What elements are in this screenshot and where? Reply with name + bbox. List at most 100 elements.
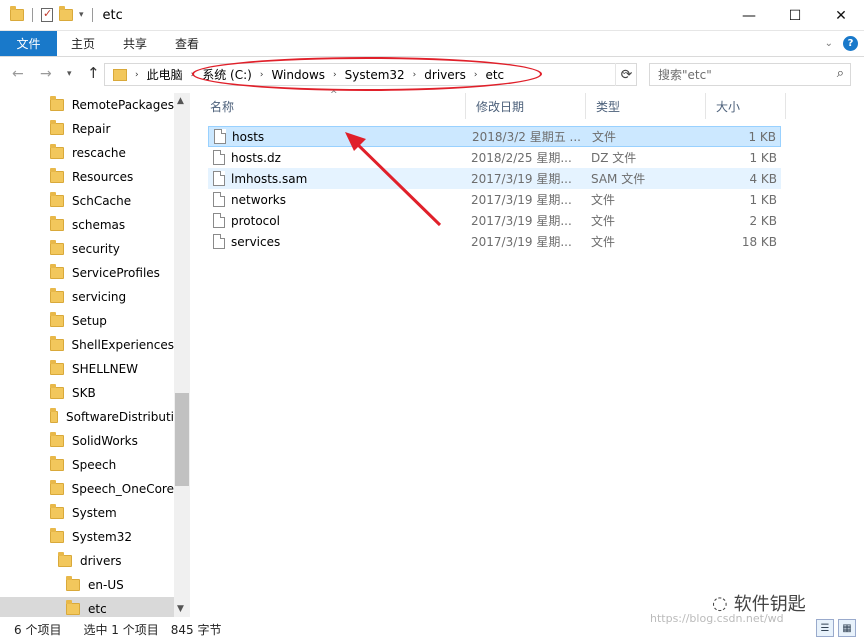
- tab-file[interactable]: 文件: [0, 31, 57, 56]
- chevron-right-icon[interactable]: ›: [413, 70, 417, 80]
- minimize-button[interactable]: —: [726, 0, 772, 31]
- back-icon[interactable]: ←: [12, 66, 24, 82]
- divider: [91, 8, 93, 22]
- divider: [32, 8, 33, 22]
- scroll-up-icon[interactable]: ▲: [177, 96, 184, 106]
- sidebar-item[interactable]: SHELLNEW: [0, 357, 174, 381]
- sidebar-item[interactable]: Repair: [0, 117, 174, 141]
- column-header-date[interactable]: 修改日期: [466, 93, 586, 119]
- breadcrumb-drivers[interactable]: drivers: [424, 68, 466, 82]
- file-date: 2017/3/19 星期...: [471, 235, 572, 249]
- sidebar-item[interactable]: ShellExperiences: [0, 333, 174, 357]
- breadcrumb-c-drive[interactable]: 系统 (C:): [202, 66, 252, 83]
- customize-quick-access-icon[interactable]: ▾: [79, 10, 84, 20]
- new-folder-icon[interactable]: [59, 6, 73, 21]
- sidebar-item[interactable]: rescache: [0, 141, 174, 165]
- file-name: protocol: [231, 213, 280, 228]
- sidebar-item[interactable]: Speech_OneCore: [0, 477, 174, 501]
- file-row[interactable]: protocol 2017/3/19 星期... 文件 2 KB: [208, 210, 781, 231]
- file-type: 文件: [591, 235, 616, 249]
- forward-icon[interactable]: →: [40, 66, 52, 82]
- file-date: 2018/2/25 星期...: [471, 151, 572, 165]
- sidebar-item[interactable]: Speech: [0, 453, 174, 477]
- sidebar-item[interactable]: security: [0, 237, 174, 261]
- large-icons-view-icon[interactable]: ▦: [838, 619, 856, 637]
- file-row-selected[interactable]: hosts 2018/3/2 星期五 ... 文件 1 KB: [208, 126, 781, 147]
- file-icon: [213, 150, 225, 165]
- file-size: 2 KB: [749, 213, 777, 228]
- sidebar-item[interactable]: ServiceProfiles: [0, 261, 174, 285]
- file-type: 文件: [592, 130, 617, 144]
- sidebar-item[interactable]: Resources: [0, 165, 174, 189]
- status-selection: 选中 1 个项目: [83, 622, 159, 637]
- sort-ascending-icon: ^: [330, 90, 338, 100]
- scroll-down-icon[interactable]: ▼: [177, 604, 184, 614]
- sidebar-item[interactable]: SKB: [0, 381, 174, 405]
- file-name: services: [231, 234, 281, 249]
- sidebar-item[interactable]: Setup: [0, 309, 174, 333]
- ribbon-right: ⌄ ?: [825, 36, 858, 51]
- chevron-right-icon[interactable]: ›: [260, 70, 264, 80]
- file-row[interactable]: hosts.dz 2018/2/25 星期... DZ 文件 1 KB: [208, 147, 781, 168]
- column-header-size[interactable]: 大小: [706, 93, 786, 119]
- sidebar-item[interactable]: en-US: [0, 573, 174, 597]
- chevron-right-icon[interactable]: ›: [191, 70, 195, 80]
- address-bar[interactable]: › 此电脑 › 系统 (C:) › Windows › System32 › d…: [104, 63, 637, 86]
- expand-ribbon-icon[interactable]: ⌄: [825, 38, 833, 49]
- up-icon[interactable]: ↑: [87, 64, 100, 82]
- chevron-right-icon[interactable]: ›: [474, 70, 478, 80]
- sidebar-item[interactable]: schemas: [0, 213, 174, 237]
- folder-icon: [50, 432, 64, 447]
- file-name: networks: [231, 192, 286, 207]
- search-placeholder: 搜索"etc": [658, 68, 712, 82]
- folder-icon: [50, 360, 64, 375]
- breadcrumb-this-pc[interactable]: 此电脑: [147, 66, 183, 83]
- sidebar-item[interactable]: System: [0, 501, 174, 525]
- nav-scrollbar[interactable]: ▲ ▼: [174, 93, 190, 617]
- column-header-name[interactable]: 名称 ^: [200, 90, 466, 119]
- folder-icon: [10, 6, 24, 21]
- sidebar-item[interactable]: SchCache: [0, 189, 174, 213]
- file-icon: [213, 234, 225, 249]
- folder-icon: [50, 120, 64, 135]
- sidebar-item-selected[interactable]: etc: [0, 597, 174, 617]
- column-header-type[interactable]: 类型: [586, 93, 706, 119]
- help-icon[interactable]: ?: [843, 36, 858, 51]
- details-view-icon[interactable]: ☰: [816, 619, 834, 637]
- file-row[interactable]: services 2017/3/19 星期... 文件 18 KB: [208, 231, 781, 252]
- quick-access-toolbar: ▾: [0, 0, 95, 31]
- refresh-icon[interactable]: ⟳: [615, 63, 637, 86]
- sidebar-item[interactable]: drivers: [0, 549, 174, 573]
- chevron-right-icon[interactable]: ›: [135, 70, 139, 80]
- folder-icon: [50, 456, 64, 471]
- file-size: 18 KB: [741, 234, 777, 249]
- status-item-count: 6 个项目: [14, 622, 62, 637]
- file-row[interactable]: networks 2017/3/19 星期... 文件 1 KB: [208, 189, 781, 210]
- properties-icon[interactable]: [41, 7, 53, 22]
- maximize-button[interactable]: ☐: [772, 0, 818, 31]
- breadcrumb-windows[interactable]: Windows: [271, 68, 325, 82]
- chevron-right-icon[interactable]: ›: [333, 70, 337, 80]
- file-row[interactable]: lmhosts.sam 2017/3/19 星期... SAM 文件 4 KB: [208, 168, 781, 189]
- sidebar-item[interactable]: SoftwareDistributi: [0, 405, 174, 429]
- sidebar-item[interactable]: SolidWorks: [0, 429, 174, 453]
- file-icon: [213, 192, 225, 207]
- annotation-arrow: [345, 132, 442, 227]
- sidebar-item[interactable]: servicing: [0, 285, 174, 309]
- recent-locations-icon[interactable]: ▾: [67, 69, 72, 79]
- tab-share[interactable]: 共享: [109, 31, 161, 56]
- file-name: hosts.dz: [231, 150, 281, 165]
- sidebar-item[interactable]: RemotePackages: [0, 93, 174, 117]
- breadcrumb-etc[interactable]: etc: [485, 68, 504, 82]
- scrollbar-thumb[interactable]: [175, 393, 189, 486]
- file-type: DZ 文件: [591, 151, 637, 165]
- tab-home[interactable]: 主页: [57, 31, 109, 56]
- breadcrumb-system32[interactable]: System32: [345, 68, 405, 82]
- close-button[interactable]: ✕: [818, 0, 864, 31]
- search-input[interactable]: 搜索"etc" ⌕: [649, 63, 851, 86]
- tab-view[interactable]: 查看: [161, 31, 213, 56]
- file-name: hosts: [232, 129, 265, 144]
- watermark-url: https://blog.csdn.net/wd: [650, 612, 784, 625]
- search-icon[interactable]: ⌕: [837, 66, 844, 81]
- sidebar-item[interactable]: System32: [0, 525, 174, 549]
